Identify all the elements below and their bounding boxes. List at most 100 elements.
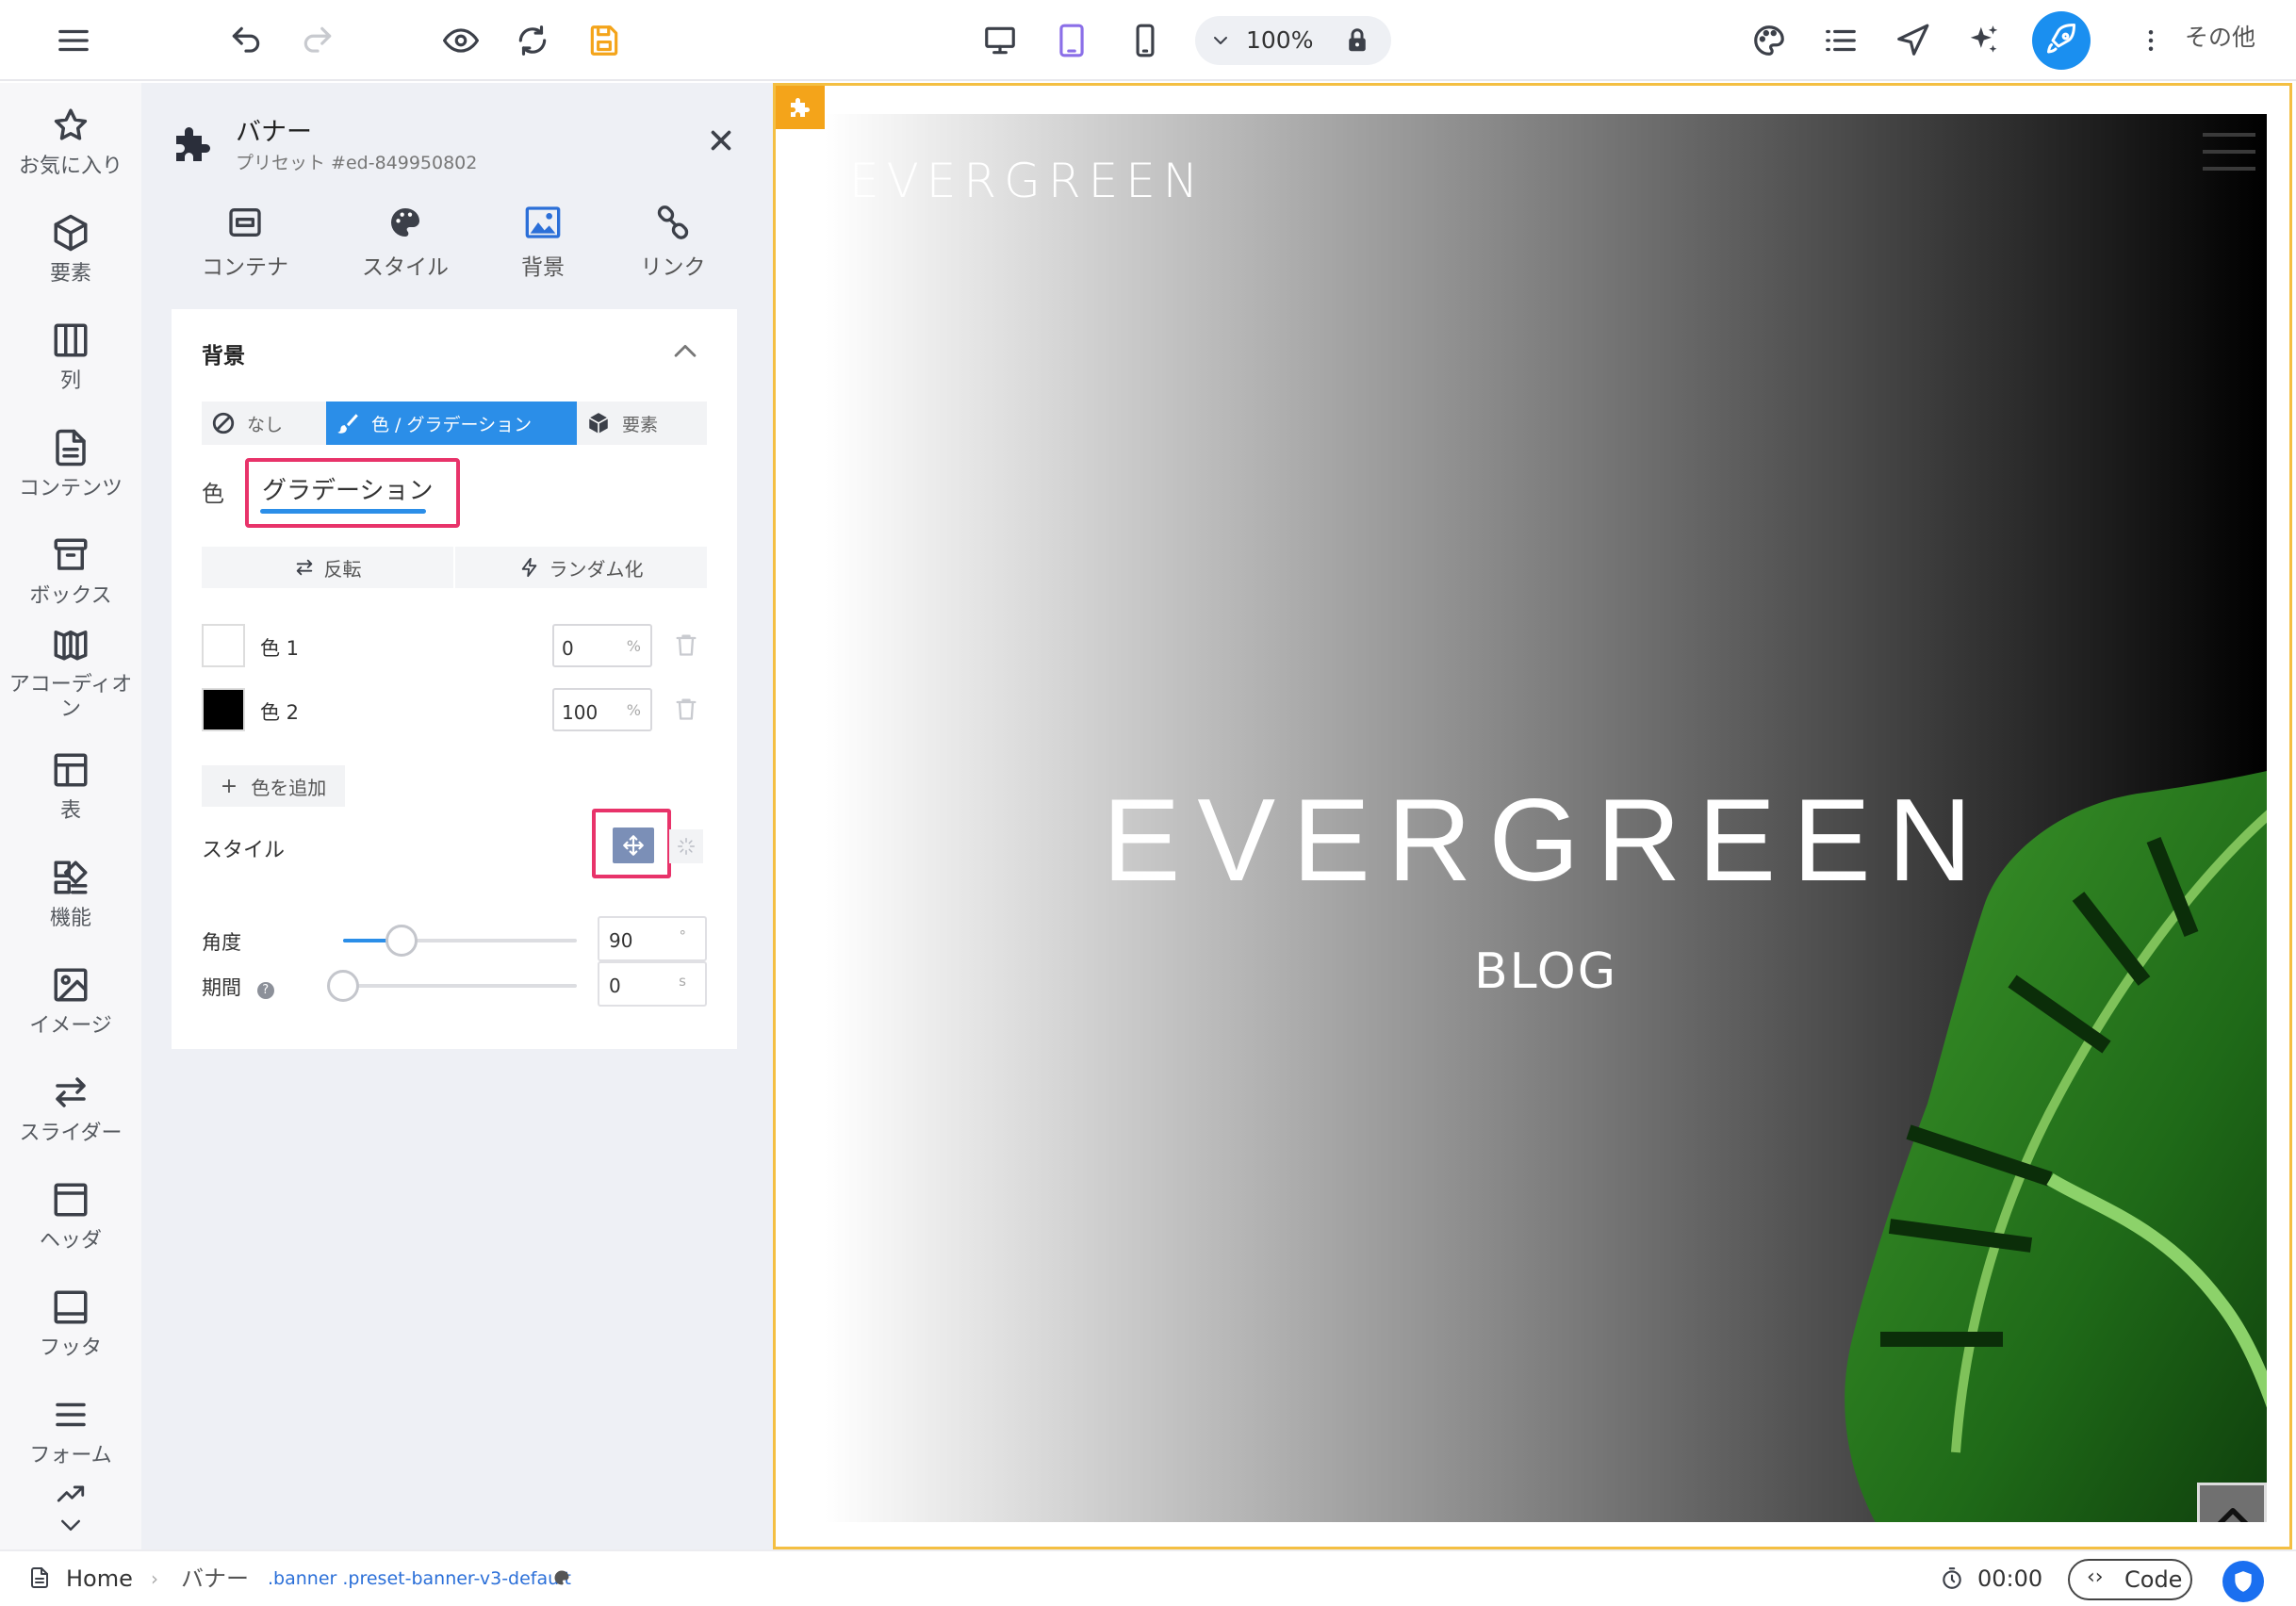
move-icon[interactable] — [613, 828, 654, 863]
tablet-view-icon[interactable] — [1048, 0, 1095, 81]
lock-icon[interactable] — [1337, 0, 1378, 81]
tab-link[interactable]: リンク — [607, 204, 739, 288]
color-swatch[interactable] — [202, 624, 245, 667]
redo-icon[interactable] — [296, 0, 339, 81]
puzzle-icon — [168, 119, 219, 170]
shield-icon[interactable] — [2222, 1561, 2264, 1602]
tab-gradient[interactable]: グラデーション — [262, 471, 433, 506]
rail-item-features[interactable]: 機能 — [0, 844, 141, 948]
color-stop-label: 色 2 — [260, 701, 300, 724]
angle-slider[interactable] — [343, 925, 577, 957]
tab-container[interactable]: コンテナ — [179, 204, 311, 288]
breadcrumb-element[interactable]: バナー — [181, 1551, 249, 1606]
slider-handle[interactable] — [385, 925, 418, 957]
slider-handle[interactable] — [327, 970, 359, 1002]
box-icon — [54, 538, 88, 570]
rail-item-contents[interactable]: コンテンツ — [0, 415, 141, 518]
list-icon[interactable] — [1817, 0, 1864, 81]
trending-icon — [57, 1485, 85, 1502]
chevron-up-icon[interactable] — [669, 336, 703, 369]
bg-type-color-gradient[interactable]: 色 / グラデーション — [326, 402, 577, 445]
rail-item-header[interactable]: ヘッダ — [0, 1167, 141, 1270]
palette-icon[interactable] — [1746, 0, 1793, 81]
refresh-icon[interactable] — [509, 0, 556, 81]
desktop-view-icon[interactable] — [976, 0, 1024, 81]
more-vertical-icon[interactable] — [2134, 0, 2168, 81]
ai-sparkle-icon[interactable] — [1960, 0, 2008, 81]
hero-subtitle[interactable]: BLOG — [825, 943, 2267, 1000]
add-color-button[interactable]: + 色を追加 — [202, 765, 345, 807]
undo-icon[interactable] — [224, 0, 268, 81]
rail-item-label: 要素 — [49, 262, 91, 286]
rail-item-label: フッタ — [39, 1336, 102, 1360]
bg-type-element[interactable]: 要素 — [577, 402, 707, 445]
rail-item-favorites[interactable]: お気に入り — [0, 92, 141, 196]
section-title: 背景 — [202, 344, 245, 369]
chevron-down-icon[interactable] — [53, 1512, 89, 1540]
publish-button[interactable] — [2032, 11, 2091, 70]
rail-item-elements[interactable]: 要素 — [0, 200, 141, 303]
rail-item-slider[interactable]: スライダー — [0, 1059, 141, 1163]
navigator-icon[interactable] — [1889, 0, 1936, 81]
page-canvas[interactable]: EVERGREEN EVERGREEN BLOG — [773, 83, 2292, 1549]
tab-background[interactable]: 背景 — [477, 204, 609, 288]
randomize-button[interactable]: ランダム化 — [455, 547, 707, 588]
close-icon[interactable] — [705, 124, 745, 164]
chevron-down-icon[interactable] — [1206, 0, 1235, 81]
rail-item-table[interactable]: 表 — [0, 737, 141, 841]
code-button[interactable]: ‹› Code — [2068, 1559, 2192, 1600]
radial-style-icon[interactable] — [669, 829, 703, 863]
color-stop-position-input[interactable]: 0 % — [552, 624, 652, 667]
scroll-to-top-button[interactable] — [2197, 1483, 2267, 1522]
document-icon — [28, 1566, 51, 1589]
trash-icon[interactable] — [673, 696, 701, 724]
rail-item-footer[interactable]: フッタ — [0, 1274, 141, 1378]
duration-input[interactable]: 0 s — [598, 961, 707, 1007]
background-type-selector: なし 色 / グラデーション 要素 — [202, 402, 707, 445]
palette-icon — [390, 208, 419, 237]
rail-item-image[interactable]: イメージ — [0, 952, 141, 1056]
image-icon — [525, 206, 561, 238]
help-icon[interactable]: ? — [256, 982, 274, 999]
tab-label: スタイル — [362, 255, 449, 280]
breadcrumb-home[interactable]: Home — [66, 1551, 133, 1606]
site-logo[interactable]: EVERGREEN — [849, 154, 1205, 208]
rail-item-label: フォーム — [29, 1444, 112, 1467]
trash-icon[interactable] — [673, 631, 701, 660]
banner-section[interactable]: EVERGREEN EVERGREEN BLOG — [825, 114, 2267, 1522]
duration-slider[interactable] — [327, 970, 577, 1002]
rail-item-accordion[interactable]: アコーディオン — [0, 618, 141, 722]
tab-label: 背景 — [521, 255, 565, 280]
preview-eye-icon[interactable] — [437, 0, 484, 81]
palette-icon[interactable] — [552, 1568, 571, 1587]
rail-item-columns[interactable]: 列 — [0, 307, 141, 411]
rail-item-label: 列 — [59, 369, 81, 393]
angle-input[interactable]: 90 ° — [598, 916, 707, 961]
lightning-icon — [521, 557, 536, 578]
bg-type-none[interactable]: なし — [202, 402, 326, 445]
header-icon — [54, 1183, 88, 1217]
more-menu-label[interactable]: その他 — [2185, 0, 2255, 75]
hamburger-menu-icon[interactable] — [2201, 123, 2257, 180]
element-rail: お気に入り 要素 列 コンテンツ ボックス アコーディオン 表 機能 イメージ … — [0, 83, 141, 1549]
star-icon — [54, 108, 88, 140]
reverse-button[interactable]: 反転 — [202, 547, 455, 588]
settings-panel: バナー プリセット #ed-849950802 コンテナ スタイル 背景 リンク… — [141, 83, 773, 1549]
mobile-view-icon[interactable] — [1122, 0, 1169, 81]
rail-item-box[interactable]: ボックス — [0, 522, 141, 626]
puzzle-icon[interactable] — [776, 86, 825, 129]
tab-style[interactable]: スタイル — [339, 204, 471, 288]
element-classes[interactable]: .banner .preset-banner-v3-default — [268, 1551, 571, 1606]
menu-icon[interactable] — [49, 0, 98, 81]
style-label: スタイル — [202, 839, 286, 862]
color-stop-position-input[interactable]: 100 % — [552, 688, 652, 731]
timer: 00:00 — [1977, 1565, 2043, 1592]
rail-item-form[interactable]: フォーム — [0, 1382, 141, 1485]
columns-icon — [54, 323, 88, 357]
hero-title[interactable]: EVERGREEN — [825, 774, 2267, 908]
save-icon[interactable] — [581, 0, 628, 81]
color-swatch[interactable] — [202, 688, 245, 731]
cube-icon — [588, 413, 609, 434]
rail-item-label: ボックス — [29, 584, 112, 608]
color-stop-row: 色 2 100 % — [202, 688, 707, 733]
